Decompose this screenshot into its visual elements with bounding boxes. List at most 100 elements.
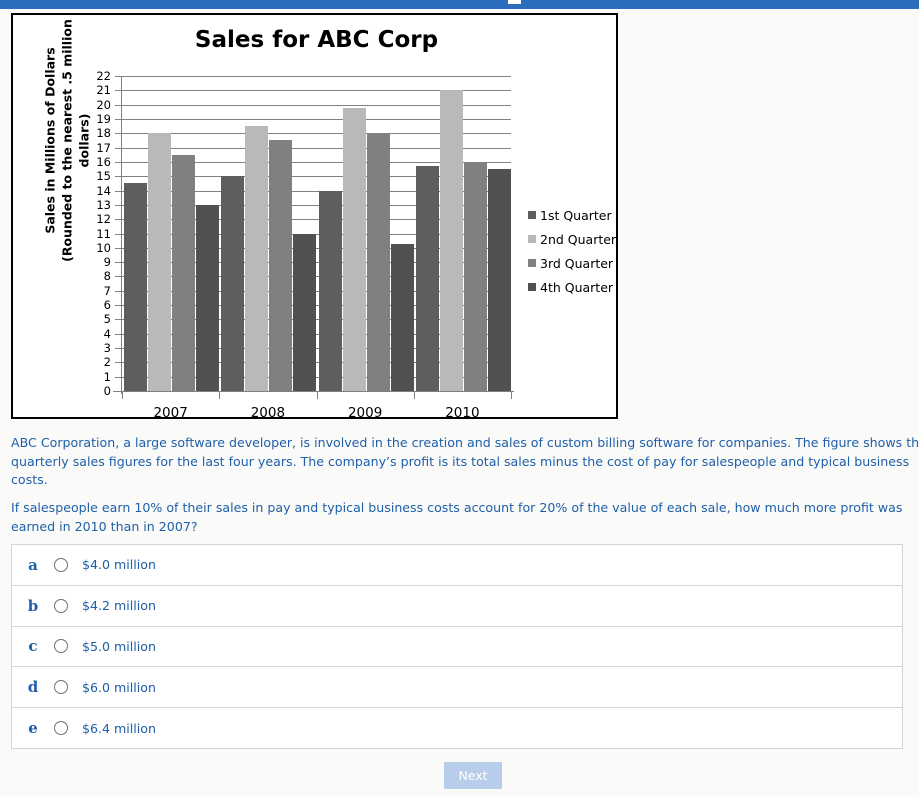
x-tick-mark [316, 392, 318, 399]
y-tick-label: 1 [103, 369, 111, 384]
bar [221, 176, 245, 391]
x-tick-label: 2009 [347, 405, 383, 421]
y-tick-label: 20 [96, 97, 111, 112]
answer-letter: e [28, 719, 38, 738]
question-text: If salespeople earn 10% of their sales i… [11, 500, 903, 534]
answer-letter: c [28, 637, 38, 656]
bar [415, 165, 439, 391]
answer-option-e[interactable]: e $6.4 million [12, 708, 902, 749]
bar [318, 190, 342, 391]
y-tick-label: 0 [103, 384, 111, 398]
y-axis-title-line-2: (Rounded to the nearest .5 million [59, 19, 75, 262]
legend-swatch-icon [528, 235, 536, 243]
y-tick-mark [115, 276, 121, 278]
answer-radio-button[interactable] [54, 639, 68, 654]
y-tick-label: 11 [96, 226, 111, 241]
legend-label: 4th Quarter [540, 279, 614, 295]
bar [293, 233, 317, 391]
answer-radio-button[interactable] [54, 721, 68, 736]
answer-radio-button[interactable] [54, 557, 68, 572]
legend-label: 1st Quarter [540, 207, 612, 223]
answer-option-d[interactable]: d $6.0 million [12, 667, 902, 709]
plot-area [122, 76, 511, 392]
answer-option-c[interactable]: c $5.0 million [12, 626, 902, 668]
bar [245, 126, 269, 391]
y-tick-label: 13 [96, 197, 111, 212]
chart-figure: Sales for ABC Corp Sales in Millions of … [11, 13, 618, 421]
legend-swatch-icon [528, 211, 536, 219]
legend-item: 3rd Quarter [528, 251, 623, 275]
answer-letter: d [27, 678, 39, 697]
y-tick-mark [115, 376, 121, 378]
answer-label: $4.0 million [82, 557, 156, 573]
y-tick-label: 18 [96, 126, 111, 141]
y-tick-mark [115, 133, 121, 135]
answer-label: $6.4 million [82, 720, 156, 736]
x-tick-label: 2008 [250, 405, 286, 421]
y-tick-label: 4 [103, 326, 111, 341]
y-tick-label: 19 [96, 111, 111, 126]
page-content: Sales for ABC Corp Sales in Millions of … [0, 9, 919, 796]
y-tick-mark [115, 262, 121, 264]
legend-swatch-icon [528, 283, 536, 291]
y-tick-mark [115, 247, 121, 249]
y-tick-label: 5 [103, 312, 111, 327]
bar [124, 183, 147, 391]
answer-radio-button[interactable] [54, 680, 68, 695]
y-tick-label: 2 [103, 355, 111, 370]
y-tick-label: 8 [103, 269, 111, 284]
y-tick-label: 21 [96, 83, 111, 98]
legend-item: 2nd Quarter [528, 227, 623, 251]
gridline [122, 76, 511, 77]
y-tick-label: 6 [103, 298, 111, 313]
y-tick-mark [115, 348, 121, 350]
y-tick-mark [115, 319, 121, 321]
y-tick-label: 17 [96, 140, 111, 155]
legend-label: 2nd Quarter [540, 231, 617, 247]
answer-options-list: a $4.0 million b $4.2 million c $5.0 million d… [11, 544, 903, 749]
answer-option-a[interactable]: a $4.0 million [12, 545, 902, 586]
y-tick-label: 12 [96, 212, 111, 227]
chart-title: Sales for ABC Corp [194, 27, 439, 53]
x-tick-mark [219, 392, 221, 399]
answer-letter: a [28, 555, 38, 574]
legend-item: 4th Quarter [528, 275, 623, 299]
bar [390, 244, 414, 391]
y-tick-mark [115, 305, 121, 307]
bar [439, 90, 463, 391]
y-axis-title-line-1: Sales in Millions of Dollars [42, 47, 58, 234]
y-tick-mark [115, 118, 121, 120]
y-tick-label: 10 [96, 240, 111, 255]
legend-swatch-icon [528, 259, 536, 267]
bar [172, 154, 195, 391]
y-tick-mark [115, 176, 121, 178]
x-tick-label: 2007 [153, 405, 188, 421]
bar [366, 133, 390, 391]
answer-radio-button[interactable] [54, 598, 68, 613]
y-tick-mark [115, 190, 121, 192]
y-tick-mark [115, 161, 121, 163]
answer-letter: b [27, 596, 39, 615]
y-tick-mark [115, 290, 121, 292]
y-tick-label: 7 [103, 283, 111, 298]
next-button[interactable]: Next [444, 762, 502, 789]
answer-label: $6.0 million [82, 679, 156, 695]
bar [487, 169, 511, 391]
y-tick-label: 9 [103, 255, 111, 270]
passage-paragraph: ABC Corporation, a large software develo… [11, 435, 919, 487]
x-tick-mark [122, 392, 123, 399]
legend-label: 3rd Quarter [540, 255, 614, 271]
y-tick-mark [115, 233, 121, 235]
y-tick-mark [115, 362, 121, 364]
y-tick-mark [115, 90, 121, 92]
y-tick-label: 14 [96, 183, 111, 198]
y-tick-mark [115, 147, 121, 149]
y-tick-label: 16 [96, 154, 111, 169]
chart-legend: 1st Quarter 2nd Quarter 3rd Quarter 4th Qua… [528, 203, 623, 299]
y-tick-mark [115, 204, 121, 206]
answer-option-b[interactable]: b $4.2 million [12, 585, 902, 627]
bar [148, 133, 171, 391]
y-tick-mark [115, 104, 121, 106]
bar [342, 108, 366, 391]
legend-item: 1st Quarter [528, 203, 623, 227]
